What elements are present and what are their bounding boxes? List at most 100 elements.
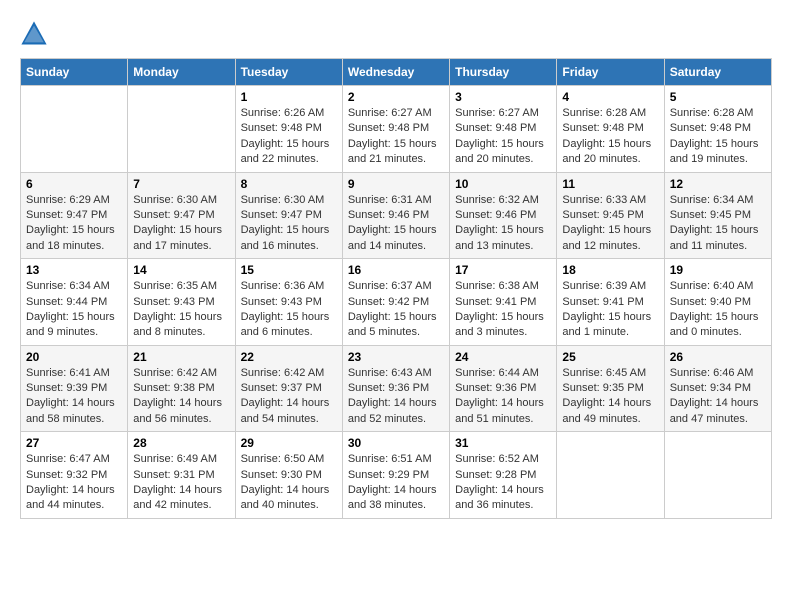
calendar-week-row: 1 Sunrise: 6:26 AM Sunset: 9:48 PM Daylig… [21,86,772,173]
calendar-cell: 12 Sunrise: 6:34 AM Sunset: 9:45 PM Dayli… [664,172,771,259]
day-number: 8 [241,177,337,191]
calendar-cell: 17Sunrise: 6:38 AM Sunset: 9:41 PM Dayli… [450,259,557,346]
calendar-cell: 10Sunrise: 6:32 AM Sunset: 9:46 PM Dayli… [450,172,557,259]
day-info: Sunrise: 6:46 AM Sunset: 9:34 PM Dayligh… [670,366,766,428]
calendar-cell [21,86,128,173]
day-info: Sunrise: 6:26 AM Sunset: 9:48 PM Dayligh… [241,106,337,168]
day-number: 12 [670,177,766,191]
calendar-cell: 28 Sunrise: 6:49 AM Sunset: 9:31 PM Dayli… [128,432,235,519]
calendar-week-row: 13 Sunrise: 6:34 AM Sunset: 9:44 PM Dayli… [21,259,772,346]
calendar-cell: 18Sunrise: 6:39 AM Sunset: 9:41 PM Dayli… [557,259,664,346]
day-number: 19 [670,263,766,277]
calendar-cell: 1 Sunrise: 6:26 AM Sunset: 9:48 PM Daylig… [235,86,342,173]
calendar-cell: 26 Sunrise: 6:46 AM Sunset: 9:34 PM Dayli… [664,345,771,432]
day-info: Sunrise: 6:28 AM Sunset: 9:48 PM Dayligh… [670,106,766,168]
calendar-cell [557,432,664,519]
calendar-header-wednesday: Wednesday [342,59,449,86]
day-info: Sunrise: 6:52 AM Sunset: 9:28 PM Dayligh… [455,452,551,514]
day-info: Sunrise: 6:41 AM Sunset: 9:39 PM Dayligh… [26,366,122,428]
calendar-cell: 16Sunrise: 6:37 AM Sunset: 9:42 PM Dayli… [342,259,449,346]
day-number: 9 [348,177,444,191]
calendar-cell [128,86,235,173]
calendar-table: SundayMondayTuesdayWednesdayThursdayFrid… [20,58,772,519]
day-number: 3 [455,90,551,104]
day-number: 13 [26,263,122,277]
day-number: 26 [670,350,766,364]
day-info: Sunrise: 6:35 AM Sunset: 9:43 PM Dayligh… [133,279,229,341]
day-info: Sunrise: 6:34 AM Sunset: 9:45 PM Dayligh… [670,193,766,255]
day-info: Sunrise: 6:42 AM Sunset: 9:37 PM Dayligh… [241,366,337,428]
calendar-week-row: 27 Sunrise: 6:47 AM Sunset: 9:32 PM Dayli… [21,432,772,519]
calendar-cell: 21 Sunrise: 6:42 AM Sunset: 9:38 PM Dayli… [128,345,235,432]
calendar-week-row: 20 Sunrise: 6:41 AM Sunset: 9:39 PM Dayli… [21,345,772,432]
day-info: Sunrise: 6:44 AM Sunset: 9:36 PM Dayligh… [455,366,551,428]
day-info: Sunrise: 6:34 AM Sunset: 9:44 PM Dayligh… [26,279,122,341]
logo-icon [20,20,48,48]
day-number: 15 [241,263,337,277]
day-number: 4 [562,90,658,104]
day-number: 6 [26,177,122,191]
day-info: Sunrise: 6:27 AM Sunset: 9:48 PM Dayligh… [348,106,444,168]
day-number: 11 [562,177,658,191]
day-number: 23 [348,350,444,364]
day-info: Sunrise: 6:45 AM Sunset: 9:35 PM Dayligh… [562,366,658,428]
day-info: Sunrise: 6:36 AM Sunset: 9:43 PM Dayligh… [241,279,337,341]
day-number: 14 [133,263,229,277]
day-info: Sunrise: 6:50 AM Sunset: 9:30 PM Dayligh… [241,452,337,514]
calendar-cell: 4 Sunrise: 6:28 AM Sunset: 9:48 PM Daylig… [557,86,664,173]
calendar-header-row: SundayMondayTuesdayWednesdayThursdayFrid… [21,59,772,86]
day-info: Sunrise: 6:31 AM Sunset: 9:46 PM Dayligh… [348,193,444,255]
calendar-header-tuesday: Tuesday [235,59,342,86]
day-info: Sunrise: 6:47 AM Sunset: 9:32 PM Dayligh… [26,452,122,514]
calendar-cell: 19 Sunrise: 6:40 AM Sunset: 9:40 PM Dayli… [664,259,771,346]
day-number: 5 [670,90,766,104]
calendar-cell: 29 Sunrise: 6:50 AM Sunset: 9:30 PM Dayli… [235,432,342,519]
day-info: Sunrise: 6:33 AM Sunset: 9:45 PM Dayligh… [562,193,658,255]
day-number: 22 [241,350,337,364]
day-info: Sunrise: 6:27 AM Sunset: 9:48 PM Dayligh… [455,106,551,168]
day-number: 2 [348,90,444,104]
calendar-cell: 22 Sunrise: 6:42 AM Sunset: 9:37 PM Dayli… [235,345,342,432]
day-number: 18 [562,263,658,277]
calendar-cell: 27 Sunrise: 6:47 AM Sunset: 9:32 PM Dayli… [21,432,128,519]
day-number: 21 [133,350,229,364]
calendar-cell: 31 Sunrise: 6:52 AM Sunset: 9:28 PM Dayli… [450,432,557,519]
day-number: 7 [133,177,229,191]
day-number: 31 [455,436,551,450]
calendar-cell: 15 Sunrise: 6:36 AM Sunset: 9:43 PM Dayli… [235,259,342,346]
day-info: Sunrise: 6:43 AM Sunset: 9:36 PM Dayligh… [348,366,444,428]
calendar-cell: 8Sunrise: 6:30 AM Sunset: 9:47 PM Daylig… [235,172,342,259]
calendar-cell: 7Sunrise: 6:30 AM Sunset: 9:47 PM Daylig… [128,172,235,259]
calendar-header-thursday: Thursday [450,59,557,86]
day-number: 1 [241,90,337,104]
day-info: Sunrise: 6:29 AM Sunset: 9:47 PM Dayligh… [26,193,122,255]
day-number: 16 [348,263,444,277]
calendar-cell: 3 Sunrise: 6:27 AM Sunset: 9:48 PM Daylig… [450,86,557,173]
calendar-cell: 20 Sunrise: 6:41 AM Sunset: 9:39 PM Dayli… [21,345,128,432]
day-number: 28 [133,436,229,450]
calendar-cell: 13 Sunrise: 6:34 AM Sunset: 9:44 PM Dayli… [21,259,128,346]
day-info: Sunrise: 6:28 AM Sunset: 9:48 PM Dayligh… [562,106,658,168]
calendar-cell [664,432,771,519]
day-number: 30 [348,436,444,450]
day-number: 10 [455,177,551,191]
calendar-header-friday: Friday [557,59,664,86]
day-info: Sunrise: 6:38 AM Sunset: 9:41 PM Dayligh… [455,279,551,341]
calendar-cell: 23 Sunrise: 6:43 AM Sunset: 9:36 PM Dayli… [342,345,449,432]
day-info: Sunrise: 6:51 AM Sunset: 9:29 PM Dayligh… [348,452,444,514]
calendar-cell: 2 Sunrise: 6:27 AM Sunset: 9:48 PM Daylig… [342,86,449,173]
day-info: Sunrise: 6:42 AM Sunset: 9:38 PM Dayligh… [133,366,229,428]
calendar-cell: 11 Sunrise: 6:33 AM Sunset: 9:45 PM Dayli… [557,172,664,259]
calendar-week-row: 6 Sunrise: 6:29 AM Sunset: 9:47 PM Daylig… [21,172,772,259]
calendar-cell: 5 Sunrise: 6:28 AM Sunset: 9:48 PM Daylig… [664,86,771,173]
calendar-cell: 24Sunrise: 6:44 AM Sunset: 9:36 PM Dayli… [450,345,557,432]
calendar-cell: 25Sunrise: 6:45 AM Sunset: 9:35 PM Dayli… [557,345,664,432]
page-header [20,20,772,48]
day-info: Sunrise: 6:40 AM Sunset: 9:40 PM Dayligh… [670,279,766,341]
day-number: 20 [26,350,122,364]
day-number: 29 [241,436,337,450]
day-info: Sunrise: 6:49 AM Sunset: 9:31 PM Dayligh… [133,452,229,514]
day-number: 27 [26,436,122,450]
calendar-header-monday: Monday [128,59,235,86]
calendar-header-sunday: Sunday [21,59,128,86]
